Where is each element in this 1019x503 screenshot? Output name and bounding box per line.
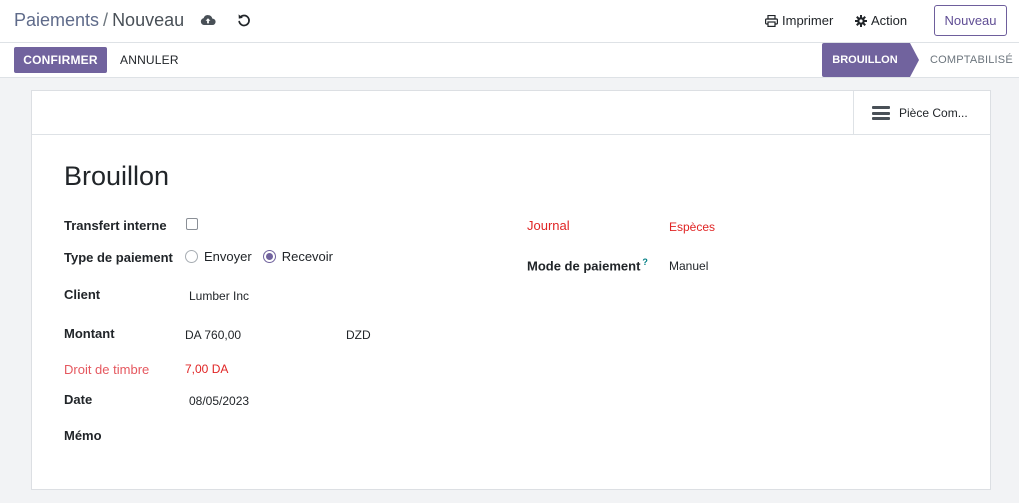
smart-button-label: Pièce Com... xyxy=(899,106,968,120)
new-record-button[interactable]: Nouveau xyxy=(934,5,1007,36)
print-button[interactable]: Imprimer xyxy=(765,13,833,28)
record-title: Brouillon xyxy=(64,161,170,191)
undo-icon[interactable] xyxy=(236,12,252,28)
top-control-panel: Paiements / Nouveau Imprimer Action Nouv… xyxy=(0,0,1019,43)
action-button[interactable]: Action xyxy=(855,13,907,28)
form-sheet: Pièce Com... Brouillon Transfert interne… xyxy=(31,90,991,490)
print-label: Imprimer xyxy=(782,13,834,28)
cloud-upload-icon[interactable] xyxy=(200,12,216,28)
payment-method-label: Mode de paiement? xyxy=(527,257,648,273)
gear-icon xyxy=(855,14,867,27)
date-field[interactable]: 08/05/2023 xyxy=(189,394,249,408)
date-label: Date xyxy=(64,392,93,407)
status-step-draft[interactable]: BROUILLON xyxy=(822,43,919,77)
amount-label: Montant xyxy=(64,326,115,341)
payment-type-send-label[interactable]: Envoyer xyxy=(204,249,252,264)
amount-field[interactable]: DA 760,00 xyxy=(185,328,241,342)
status-steps: BROUILLON COMPTABILISÉ xyxy=(822,43,1013,77)
journal-field[interactable]: Espèces xyxy=(669,220,715,234)
journal-entry-smart-button[interactable]: Pièce Com... xyxy=(853,91,990,135)
payment-method-field[interactable]: Manuel xyxy=(669,259,708,273)
payment-type-send-radio[interactable] xyxy=(185,250,198,263)
journal-label: Journal xyxy=(527,218,570,233)
confirm-button[interactable]: CONFIRMER xyxy=(14,47,107,73)
stamp-duty-value: 7,00 DA xyxy=(185,362,229,376)
breadcrumb: Paiements / Nouveau xyxy=(14,10,184,31)
payment-method-label-text: Mode de paiement xyxy=(527,258,641,274)
currency-field[interactable]: DZD xyxy=(346,328,371,342)
memo-field[interactable] xyxy=(189,430,489,446)
stamp-duty-label: Droit de timbre xyxy=(64,362,150,377)
cancel-button[interactable]: ANNULER xyxy=(120,53,179,67)
internal-transfer-label: Transfert interne xyxy=(64,218,167,233)
print-icon xyxy=(765,14,778,27)
internal-transfer-checkbox[interactable] xyxy=(186,218,198,230)
breadcrumb-parent-link[interactable]: Paiements xyxy=(14,10,99,30)
memo-label: Mémo xyxy=(64,428,102,443)
help-tooltip-icon[interactable]: ? xyxy=(642,257,648,267)
button-box: Pièce Com... xyxy=(32,91,990,135)
payment-type-receive-label[interactable]: Recevoir xyxy=(282,249,333,264)
payment-type-radio: Envoyer Recevoir xyxy=(185,249,344,264)
partner-field[interactable]: Lumber Inc xyxy=(189,289,249,303)
status-step-posted[interactable]: COMPTABILISÉ xyxy=(910,43,1013,77)
form-statusbar: CONFIRMER ANNULER BROUILLON COMPTABILISÉ xyxy=(0,43,1019,78)
breadcrumb-separator: / xyxy=(103,10,109,30)
payment-type-label: Type de paiement xyxy=(64,250,173,265)
payment-type-receive-radio[interactable] xyxy=(262,250,276,263)
action-label: Action xyxy=(871,13,908,28)
bars-icon xyxy=(872,106,890,120)
breadcrumb-current: Nouveau xyxy=(112,10,185,30)
partner-label: Client xyxy=(64,287,101,302)
